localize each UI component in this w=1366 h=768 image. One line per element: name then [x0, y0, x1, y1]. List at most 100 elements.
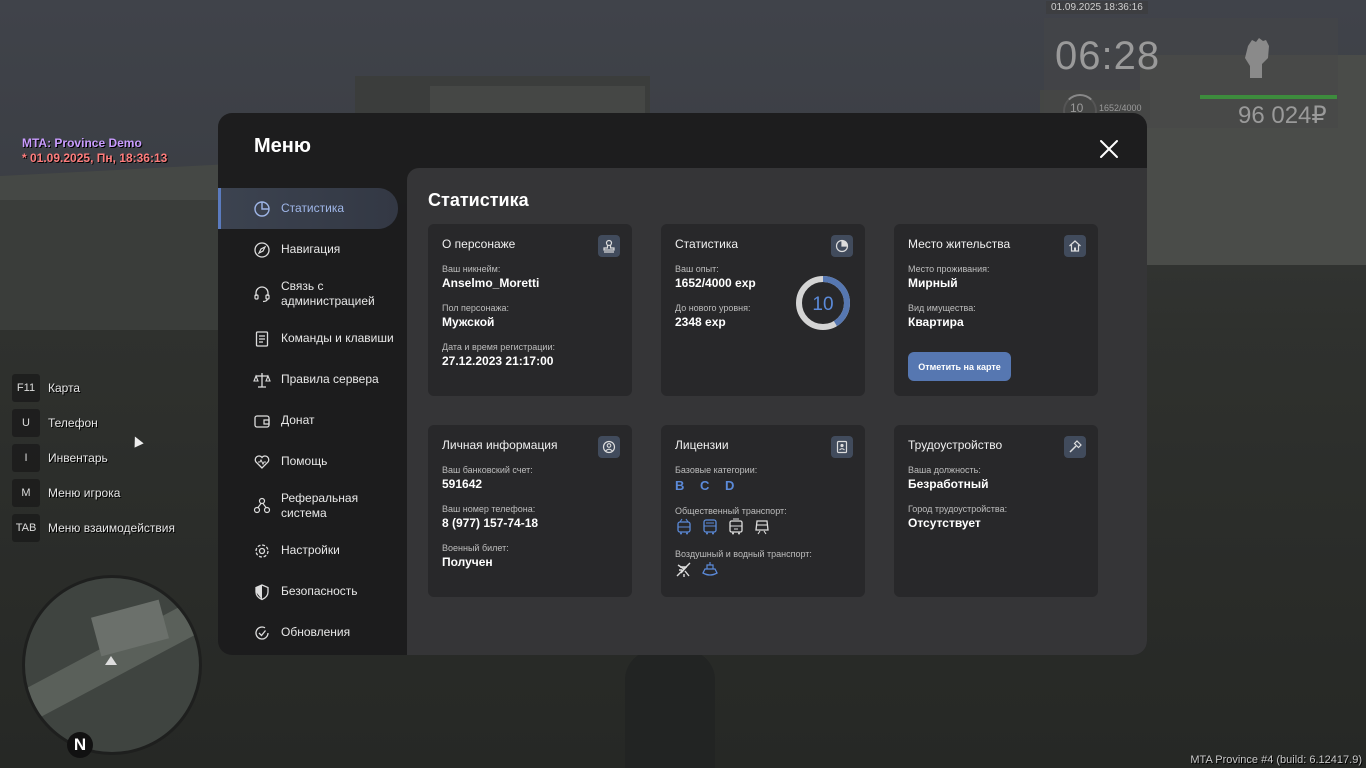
card-title: Трудоустройство	[908, 438, 1003, 452]
hotkey-key: U	[12, 408, 40, 437]
hotkey-list: F11 Карта U Телефон I Инвентарь M Меню и…	[12, 370, 175, 545]
hotkey-key: I	[12, 443, 40, 472]
hud-exp: 1652/4000	[1099, 103, 1142, 113]
shield-icon	[255, 583, 269, 600]
user-circle-icon	[598, 436, 620, 458]
card-title: Место жительства	[908, 237, 1011, 251]
air-water-transport-label: Воздушный и водный транспорт:	[675, 549, 812, 559]
phone-label: Ваш номер телефона:	[442, 504, 536, 514]
hud-money: 96 024₽	[1238, 102, 1327, 129]
hud-clock: 06:28	[1055, 34, 1161, 78]
sidebar-item-label: Связь с администрацией	[281, 279, 375, 308]
heart-icon	[254, 454, 270, 469]
hotkey-label: Карта	[48, 380, 81, 395]
property-type-label: Вид имущества:	[908, 303, 976, 313]
content-panel: Статистика О персонаже Ваш никнейм: Anse…	[407, 168, 1147, 655]
sidebar-item-commands[interactable]: Команды и клавиши	[218, 318, 406, 359]
hud-timestamp: 01.09.2025 18:36:16	[1046, 1, 1148, 14]
position-value: Безработный	[908, 477, 989, 491]
hotkey-map[interactable]: F11 Карта	[12, 370, 175, 405]
trolleybus-icon	[677, 518, 691, 535]
hotkey-label: Меню игрока	[48, 485, 121, 500]
hotkey-key: M	[12, 478, 40, 507]
compass-icon	[254, 241, 270, 258]
air-water-transport-icons	[675, 561, 719, 579]
stamp-icon	[598, 235, 620, 257]
next-level-label: До нового уровня:	[675, 303, 751, 313]
sidebar-item-label: Правила сервера	[281, 372, 379, 386]
card-statistics: Статистика Ваш опыт: 1652/4000 exp До но…	[661, 224, 865, 396]
sidebar-item-label: Команды и клавиши	[281, 331, 394, 345]
hotkey-player-menu[interactable]: M Меню игрока	[12, 475, 175, 510]
card-title: О персонаже	[442, 237, 516, 251]
server-name: MTA: Province Demo	[22, 136, 142, 150]
boat-icon	[702, 562, 718, 576]
compass-north: N	[67, 732, 93, 758]
hotkey-key: TAB	[12, 513, 40, 542]
work-city-value: Отсутствует	[908, 516, 981, 530]
card-title: Личная информация	[442, 438, 558, 452]
card-licenses: Лицензии Базовые категории: B C D Общест…	[661, 425, 865, 597]
bank-value: 591642	[442, 477, 483, 491]
card-title: Статистика	[675, 237, 739, 251]
sidebar-item-label: Донат	[281, 413, 315, 427]
hotkey-label: Меню взаимодействия	[48, 520, 175, 535]
wallet-icon	[254, 414, 270, 428]
position-label: Ваша должность:	[908, 465, 981, 475]
sidebar-item-label: Реферальная система	[281, 491, 359, 520]
sidebar-item-referral[interactable]: Реферальная система	[218, 482, 406, 530]
document-icon	[255, 330, 269, 347]
scales-icon	[253, 372, 271, 388]
bank-label: Ваш банковский счет:	[442, 465, 533, 475]
mark-on-map-button[interactable]: Отметить на карте	[908, 352, 1011, 381]
sidebar-item-updates[interactable]: Обновления	[218, 612, 406, 653]
card-residence: Место жительства Место проживания: Мирны…	[894, 224, 1098, 396]
build-info: MTA Province #4 (build: 6.12417.9)	[1190, 754, 1362, 766]
hotkey-inventory[interactable]: I Инвентарь	[12, 440, 175, 475]
minimap	[22, 575, 202, 755]
gender-value: Мужской	[442, 315, 495, 329]
train-icon	[755, 520, 769, 535]
sidebar-item-donate[interactable]: Донат	[218, 400, 406, 441]
military-label: Военный билет:	[442, 543, 509, 553]
hotkey-phone[interactable]: U Телефон	[12, 405, 175, 440]
referral-icon	[253, 497, 271, 514]
chart-pie-icon	[254, 200, 270, 217]
content-title: Статистика	[428, 190, 529, 210]
plane-icon	[676, 562, 691, 577]
close-icon[interactable]	[1098, 138, 1120, 160]
server-datetime: * 01.09.2025, Пн, 18:36:13	[22, 151, 168, 165]
sidebar-item-statistics[interactable]: Статистика	[218, 188, 398, 229]
work-city-label: Город трудоустройства:	[908, 504, 1008, 514]
residence-value: Мирный	[908, 276, 958, 290]
phone-value: 8 (977) 157-74-18	[442, 516, 539, 530]
id-badge-icon	[831, 436, 853, 458]
next-level-value: 2348 exp	[675, 315, 726, 329]
sidebar-item-rules[interactable]: Правила сервера	[218, 359, 406, 400]
level-value: 10	[812, 294, 833, 315]
fist-icon	[1245, 38, 1269, 78]
level-progress-ring: 10	[796, 276, 850, 330]
category-d: D	[725, 478, 736, 493]
sidebar-item-settings[interactable]: Настройки	[218, 530, 406, 571]
bus-icon	[703, 519, 717, 535]
sidebar-item-help[interactable]: Помощь	[218, 441, 406, 482]
registration-value: 27.12.2023 21:17:00	[442, 354, 554, 368]
sidebar-item-label: Статистика	[281, 201, 345, 215]
nickname-value: Anselmo_Moretti	[442, 276, 540, 290]
sidebar-item-security[interactable]: Безопасность	[218, 571, 406, 612]
chart-pie-icon	[831, 235, 853, 257]
registration-label: Дата и время регистрации:	[442, 342, 555, 352]
hotkey-interaction-menu[interactable]: TAB Меню взаимодействия	[12, 510, 175, 545]
menu-title: Меню	[254, 135, 311, 157]
exp-label: Ваш опыт:	[675, 264, 719, 274]
gear-icon	[255, 543, 269, 558]
sidebar-item-support[interactable]: Связь с администрацией	[218, 270, 406, 318]
exp-value: 1652/4000 exp	[675, 276, 756, 290]
public-transport-label: Общественный транспорт:	[675, 506, 787, 516]
card-character: О персонаже Ваш никнейм: Anselmo_Moretti…	[428, 224, 632, 396]
sidebar-item-navigation[interactable]: Навигация	[218, 229, 406, 270]
license-categories: B C D	[675, 478, 745, 493]
hammer-icon	[1064, 436, 1086, 458]
menu-window: Меню Статистика Навигация Связь с админи…	[218, 113, 1147, 655]
